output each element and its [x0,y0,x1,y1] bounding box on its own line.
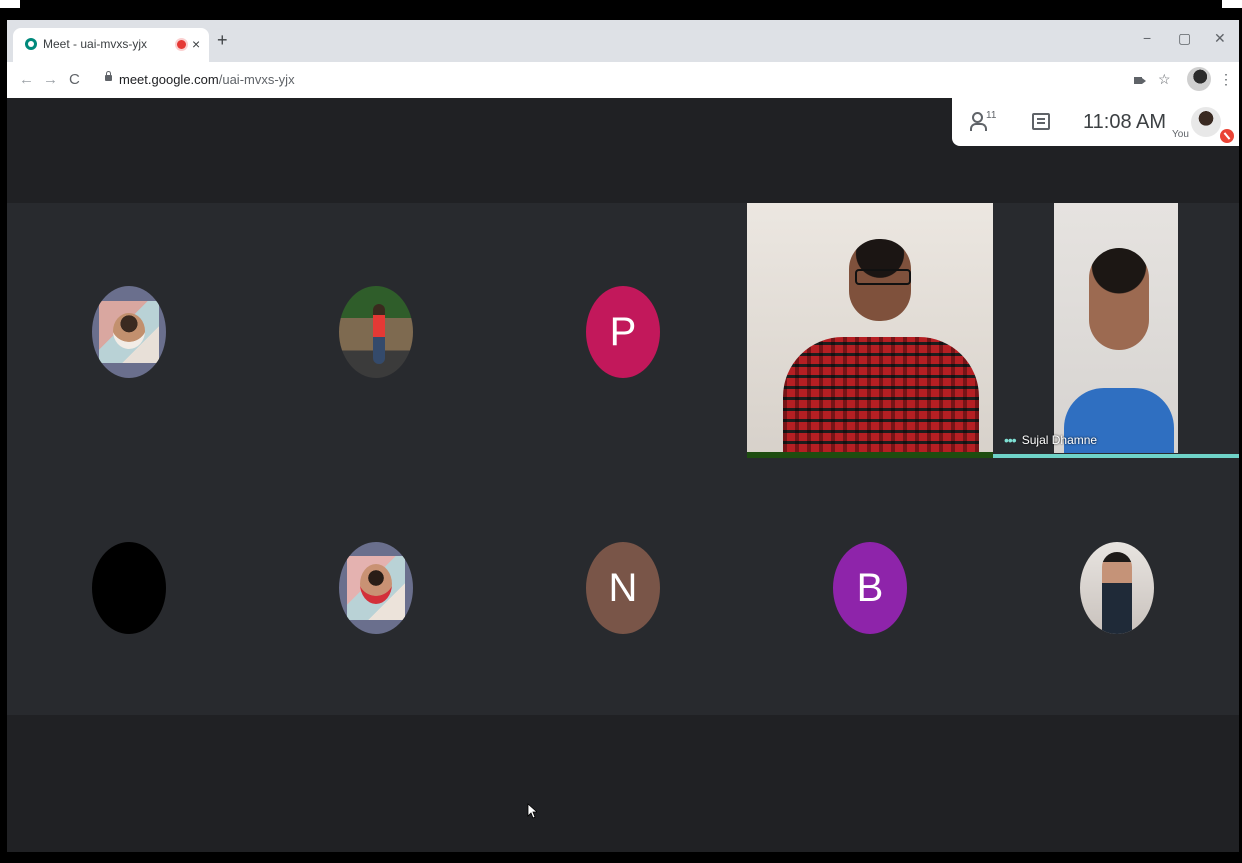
tab-close-button[interactable]: × [192,36,200,52]
back-button[interactable]: ← [19,71,34,88]
mouse-cursor-icon [527,803,537,819]
browser-toolbar: ← → C meet.google.com/uai-mvxs-yjx ☆ ⋮ [7,62,1239,98]
new-tab-button[interactable]: + [217,30,228,51]
participant-avatar[interactable] [92,286,166,378]
speaker-name: Sujal Dhamne [1021,433,1098,447]
chat-icon[interactable] [1032,113,1050,130]
restore-button[interactable]: ▢ [1178,30,1191,47]
browser-window: Meet - uai-mvxs-yjx × + − ▢ ✕ ← → C meet… [7,20,1239,852]
screen-corner-left [0,0,20,8]
reload-button[interactable]: C [69,71,80,88]
participant-avatar-n[interactable]: N [586,542,660,634]
lock-icon [105,71,112,81]
profile-avatar[interactable] [1187,67,1211,91]
tab-meet[interactable]: Meet - uai-mvxs-yjx × [13,28,209,62]
tab-strip: Meet - uai-mvxs-yjx × + − ▢ ✕ [7,20,1239,62]
participant-video-tile[interactable] [747,203,993,456]
participant-avatar-p[interactable]: P [586,286,660,378]
video-bottom-strip [747,452,993,458]
participant-avatar-b[interactable]: B [833,542,907,634]
more-options-icon[interactable]: ••• [1004,432,1017,448]
url-host: meet.google.com [119,72,219,87]
active-speaker-indicator [993,454,1239,458]
url-text: meet.google.com/uai-mvxs-yjx [119,72,295,87]
self-label: You [1172,129,1189,140]
mic-off-icon [1220,129,1234,143]
meet-info-bar: 11 11:08 AM You [952,98,1239,146]
speaker-video-tile[interactable] [1054,203,1178,453]
participant-avatar[interactable] [1080,542,1154,634]
address-bar[interactable]: meet.google.com/uai-mvxs-yjx [99,66,1129,94]
meeting-clock: 11:08 AM [1083,111,1167,133]
speaker-name-tag: ••• Sujal Dhamne [1004,432,1097,448]
participants-count: 11 [986,110,997,121]
recording-indicator-icon [177,40,186,49]
close-window-button[interactable]: ✕ [1214,30,1226,47]
participant-avatar[interactable] [339,542,413,634]
participant-avatar[interactable] [339,286,413,378]
camera-in-use-icon[interactable] [1134,77,1146,84]
screen-corner-right [1222,0,1242,8]
participant-avatar[interactable] [92,542,166,634]
bookmark-star-icon[interactable]: ☆ [1158,71,1171,88]
browser-menu-button[interactable]: ⋮ [1219,71,1233,88]
tab-title: Meet - uai-mvxs-yjx [43,37,148,51]
minimize-button[interactable]: − [1143,30,1151,46]
participant-grid: P ••• Sujal Dhamne N B [7,203,1239,715]
self-video-thumbnail[interactable] [1191,107,1221,137]
meet-favicon-icon [25,38,37,50]
url-path: /uai-mvxs-yjx [218,72,295,87]
forward-button[interactable]: → [43,71,58,88]
